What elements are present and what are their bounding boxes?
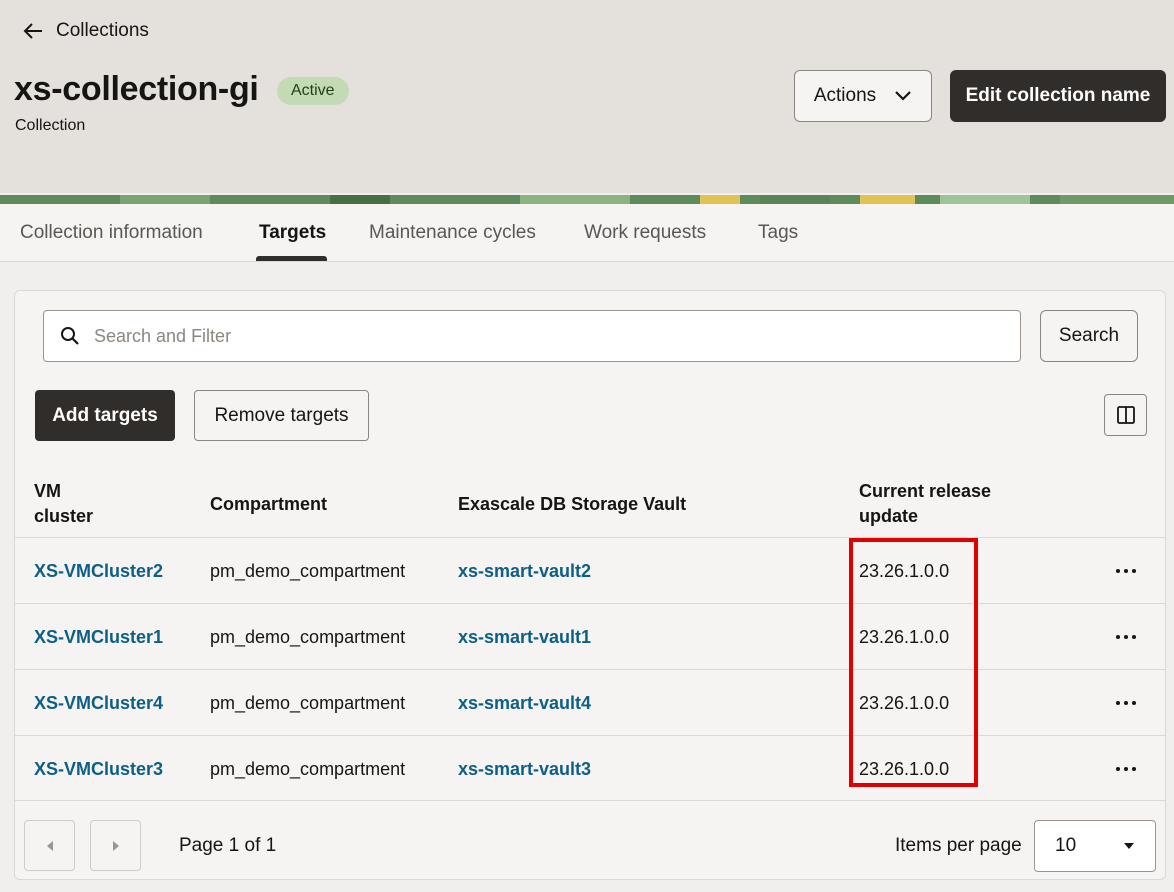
pagination-bar: Page 1 of 1 Items per page 10 <box>15 800 1165 880</box>
actions-label: Actions <box>813 85 877 106</box>
caret-right-icon <box>112 840 119 851</box>
compartment-cell: pm_demo_compartment <box>210 692 406 713</box>
remove-targets-button[interactable]: Remove targets <box>194 390 369 441</box>
search-button[interactable]: Search <box>1040 310 1138 362</box>
column-header-release-update[interactable]: Current release update <box>859 479 991 529</box>
compartment-cell: pm_demo_compartment <box>210 560 406 581</box>
compartment-cell: pm_demo_compartment <box>210 626 406 647</box>
vm-cluster-link[interactable]: XS-VMCluster1 <box>34 604 163 670</box>
page-info: Page 1 of 1 <box>179 835 277 856</box>
tab-collection-information[interactable]: Collection information <box>20 222 203 244</box>
edit-collection-name-button[interactable]: Edit collection name <box>950 70 1166 122</box>
columns-icon <box>1116 406 1135 424</box>
search-icon <box>61 327 79 345</box>
actions-dropdown-button[interactable]: Actions <box>794 70 932 122</box>
tab-targets[interactable]: Targets <box>259 222 326 244</box>
vault-link[interactable]: xs-smart-vault3 <box>458 736 591 802</box>
row-actions-button[interactable] <box>1111 754 1141 784</box>
items-per-page-value: 10 <box>1055 835 1077 856</box>
column-header-vm-cluster[interactable]: VM cluster <box>34 479 93 529</box>
caret-left-icon <box>46 840 53 851</box>
manage-columns-button[interactable] <box>1104 394 1147 436</box>
column-header-vault[interactable]: Exascale DB Storage Vault <box>458 492 686 517</box>
caret-down-icon <box>1124 843 1134 849</box>
vault-link[interactable]: xs-smart-vault1 <box>458 604 591 670</box>
decorative-banner <box>0 193 1174 204</box>
items-per-page-select[interactable]: 10 <box>1034 820 1156 872</box>
arrow-left-icon <box>23 23 42 39</box>
tab-tags[interactable]: Tags <box>758 222 798 244</box>
chevron-down-icon <box>895 91 911 101</box>
table-row: XS-VMCluster1 pm_demo_compartment xs-sma… <box>15 603 1165 669</box>
table-row: XS-VMCluster4 pm_demo_compartment xs-sma… <box>15 669 1165 735</box>
more-horizontal-icon <box>1116 767 1136 771</box>
row-actions-button[interactable] <box>1111 622 1141 652</box>
column-header-compartment[interactable]: Compartment <box>210 492 327 517</box>
vm-cluster-link[interactable]: XS-VMCluster2 <box>34 538 163 604</box>
vault-link[interactable]: xs-smart-vault4 <box>458 670 591 736</box>
next-page-button[interactable] <box>90 820 141 871</box>
row-actions-button[interactable] <box>1111 556 1141 586</box>
items-per-page-label: Items per page <box>895 835 1022 856</box>
active-tab-indicator <box>256 256 327 261</box>
more-horizontal-icon <box>1116 701 1136 705</box>
status-badge: Active <box>277 77 349 105</box>
more-horizontal-icon <box>1116 569 1136 573</box>
tab-bar: Collection information Targets Maintenan… <box>0 204 1174 262</box>
more-horizontal-icon <box>1116 635 1136 639</box>
back-to-collections-link[interactable]: Collections <box>22 18 149 44</box>
tab-maintenance-cycles[interactable]: Maintenance cycles <box>369 222 536 244</box>
row-actions-button[interactable] <box>1111 688 1141 718</box>
release-column-highlight <box>849 538 978 787</box>
previous-page-button[interactable] <box>24 820 75 871</box>
page-header: Collections xs-collection-gi Active Coll… <box>0 0 1174 193</box>
table-row: XS-VMCluster3 pm_demo_compartment xs-sma… <box>15 735 1165 801</box>
compartment-cell: pm_demo_compartment <box>210 758 406 779</box>
add-targets-button[interactable]: Add targets <box>35 390 175 441</box>
search-field[interactable] <box>43 310 1021 362</box>
tab-work-requests[interactable]: Work requests <box>584 222 706 244</box>
back-link-label: Collections <box>56 20 149 41</box>
vm-cluster-link[interactable]: XS-VMCluster4 <box>34 670 163 736</box>
vm-cluster-link[interactable]: XS-VMCluster3 <box>34 736 163 802</box>
vault-link[interactable]: xs-smart-vault2 <box>458 538 591 604</box>
targets-panel: Search Add targets Remove targets VM clu… <box>14 290 1166 880</box>
page-subtitle: Collection <box>15 117 86 134</box>
table-row: XS-VMCluster2 pm_demo_compartment xs-sma… <box>15 537 1165 603</box>
search-input[interactable] <box>94 325 974 347</box>
page-title: xs-collection-gi <box>14 70 259 108</box>
